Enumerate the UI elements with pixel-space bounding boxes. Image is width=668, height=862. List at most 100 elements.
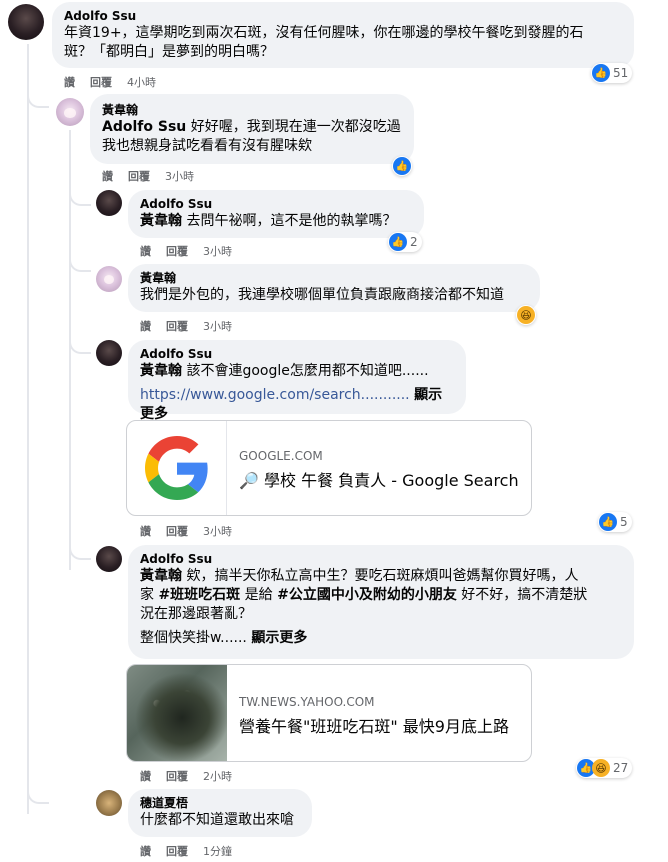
comment-author[interactable]: Adolfo Ssu xyxy=(140,346,454,362)
comment-text-line: 我們是外包的，我連學校哪個單位負責跟廠商接洽都不知道 xyxy=(140,287,504,303)
avatar[interactable] xyxy=(96,266,122,292)
like-button[interactable]: 讚 xyxy=(140,318,151,334)
timestamp[interactable]: 2小時 xyxy=(203,768,232,784)
comment-actions: 讚 回覆 3小時 xyxy=(140,523,232,539)
reply-button[interactable]: 回覆 xyxy=(166,768,188,784)
hashtag-link[interactable]: #班班吃石斑 xyxy=(158,587,240,603)
comment-actions: 讚 回覆 2小時 xyxy=(140,768,232,784)
comment-actions: 讚 回覆 1分鐘 xyxy=(140,843,232,859)
comment-text-line: 年資19+，這學期吃到兩次石斑，沒有任何腥味，你在哪邊的學校午餐吃到發腥的石 xyxy=(64,25,584,41)
timestamp[interactable]: 3小時 xyxy=(165,168,194,184)
comment-actions: 讚 回覆 3小時 xyxy=(102,168,194,184)
thread-curve xyxy=(69,252,91,272)
card-title: 🔎 學校 午餐 負責人 - Google Search xyxy=(239,471,519,490)
comment-text-line: Adolfo Ssu 好好喔，我到現在連一次都沒吃過 xyxy=(102,119,401,135)
like-button[interactable]: 讚 xyxy=(140,843,151,859)
comment-author[interactable]: 黃韋翰 xyxy=(102,102,402,118)
reply-button[interactable]: 回覆 xyxy=(166,318,188,334)
reply-button[interactable]: 回覆 xyxy=(166,243,188,259)
like-button[interactable]: 讚 xyxy=(64,74,75,90)
comment-text-line: 黃韋翰 該不會連google怎麼用都不知道吧...... xyxy=(140,363,429,379)
comment-text-line: 斑？「都明白」是夢到的明白嗎？ xyxy=(64,44,274,60)
comment-bubble: 穗道夏梧 什麼都不知道還敢出來嗆 xyxy=(128,789,312,837)
haha-reaction-icon: 😆 xyxy=(517,306,535,324)
see-more-link[interactable]: 顯示更多 xyxy=(251,630,307,646)
comment-author[interactable]: 黃韋翰 xyxy=(140,270,528,286)
google-logo-icon xyxy=(127,421,227,515)
avatar[interactable] xyxy=(8,4,44,40)
comment-bubble: 黃韋翰 Adolfo Ssu 好好喔，我到現在連一次都沒吃過 我也想親身試吃看看… xyxy=(90,94,414,164)
like-reaction-icon: 👍 xyxy=(592,64,610,82)
reaction-summary[interactable]: 👍 5 xyxy=(598,512,632,532)
comment-bubble: Adolfo Ssu 黃韋翰 該不會連google怎麼用都不知道吧...... … xyxy=(128,340,466,422)
card-domain: TW.NEWS.YAHOO.COM xyxy=(239,695,375,709)
mention-link[interactable]: 黃韋翰 xyxy=(140,363,182,379)
reply-button[interactable]: 回覆 xyxy=(90,74,112,90)
comment-bubble: Adolfo Ssu 黃韋翰 欸，搞半天你私立高中生？要吃石斑麻煩叫爸媽幫你買好… xyxy=(128,545,634,659)
comment-text-line: 整個快笑掛w...... 顯示更多 xyxy=(140,630,308,646)
like-button[interactable]: 讚 xyxy=(140,523,151,539)
mention-link[interactable]: 黃韋翰 xyxy=(140,213,182,229)
comment-actions: 讚 回覆 3小時 xyxy=(140,318,232,334)
comment-text-line: https://www.google.com/search...........… xyxy=(140,386,454,424)
thread-curve xyxy=(69,334,91,354)
avatar[interactable] xyxy=(56,98,84,126)
thread-curve xyxy=(69,186,91,206)
reply-button[interactable]: 回覆 xyxy=(128,168,150,184)
comment-author[interactable]: Adolfo Ssu xyxy=(140,196,412,212)
reaction-summary[interactable]: 👍 51 xyxy=(591,63,633,83)
reaction-count: 27 xyxy=(613,761,629,775)
comment-text-line: 家 #班班吃石斑 是給 #公立國中小及附幼的小朋友 好不好，搞不清楚狀 xyxy=(140,587,588,603)
comment-text-line: 況在那邊跟著亂？ xyxy=(140,606,252,622)
thread-line-main xyxy=(27,44,29,814)
comment-author[interactable]: Adolfo Ssu xyxy=(64,8,622,24)
mention-link[interactable]: Adolfo Ssu xyxy=(102,119,186,135)
thread-curve xyxy=(27,88,49,108)
card-title: 營養午餐"班班吃石斑" 最快9月底上路 xyxy=(239,717,509,736)
mention-link[interactable]: 黃韋翰 xyxy=(140,568,182,584)
haha-reaction-icon: 😆 xyxy=(592,759,610,777)
thread-curve xyxy=(27,784,49,804)
timestamp[interactable]: 4小時 xyxy=(127,74,156,90)
card-domain: GOOGLE.COM xyxy=(239,449,323,463)
timestamp[interactable]: 3小時 xyxy=(203,523,232,539)
avatar[interactable] xyxy=(96,340,122,366)
avatar[interactable] xyxy=(96,546,122,572)
avatar[interactable] xyxy=(96,790,122,816)
comment-actions: 讚 回覆 4小時 xyxy=(64,74,156,90)
reply-button[interactable]: 回覆 xyxy=(166,843,188,859)
thread-curve xyxy=(69,540,91,560)
avatar[interactable] xyxy=(96,190,122,216)
comment-text-line: 黃韋翰 去問午祕啊，這不是他的執掌嗎？ xyxy=(140,213,397,229)
comment-text-line: 黃韋翰 欸，搞半天你私立高中生？要吃石斑麻煩叫爸媽幫你買好嗎，人 xyxy=(140,568,579,584)
timestamp[interactable]: 3小時 xyxy=(203,243,232,259)
link-preview-card[interactable]: TW.NEWS.YAHOO.COM 營養午餐"班班吃石斑" 最快9月底上路 xyxy=(126,664,532,762)
comment-bubble: Adolfo Ssu 黃韋翰 去問午祕啊，這不是他的執掌嗎？ xyxy=(128,190,424,238)
comment-text-line: 什麼都不知道還敢出來嗆 xyxy=(140,812,294,828)
like-reaction-icon: 👍 xyxy=(389,233,407,251)
reply-button[interactable]: 回覆 xyxy=(166,523,188,539)
hashtag-link[interactable]: #公立國中小及附幼的小朋友 xyxy=(277,587,457,603)
reaction-summary[interactable]: 👍 xyxy=(392,156,412,176)
like-button[interactable]: 讚 xyxy=(140,768,151,784)
comment-actions: 讚 回覆 3小時 xyxy=(140,243,232,259)
reaction-summary[interactable]: 👍 😆 27 xyxy=(576,758,633,778)
timestamp[interactable]: 3小時 xyxy=(203,318,232,334)
like-button[interactable]: 讚 xyxy=(102,168,113,184)
reaction-summary[interactable]: 😆 xyxy=(516,305,536,325)
timestamp[interactable]: 1分鐘 xyxy=(203,843,232,859)
comment-bubble: 黃韋翰 我們是外包的，我連學校哪個單位負責跟廠商接洽都不知道 xyxy=(128,264,540,312)
like-button[interactable]: 讚 xyxy=(140,243,151,259)
url-link[interactable]: https://www.google.com/search........... xyxy=(140,387,410,403)
comment-text-line: 我也想親身試吃看看有沒有腥味欸 xyxy=(102,138,312,154)
reaction-count: 5 xyxy=(620,515,628,529)
comment-author[interactable]: 穗道夏梧 xyxy=(140,795,300,811)
like-reaction-icon: 👍 xyxy=(599,513,617,531)
link-preview-card[interactable]: GOOGLE.COM 🔎 學校 午餐 負責人 - Google Search xyxy=(126,420,532,516)
reaction-count: 51 xyxy=(613,66,629,80)
reaction-summary[interactable]: 👍 2 xyxy=(388,232,422,252)
news-thumbnail-image xyxy=(127,665,227,761)
comment-author[interactable]: Adolfo Ssu xyxy=(140,551,622,567)
like-reaction-icon: 👍 xyxy=(393,157,411,175)
reaction-count: 2 xyxy=(410,235,418,249)
